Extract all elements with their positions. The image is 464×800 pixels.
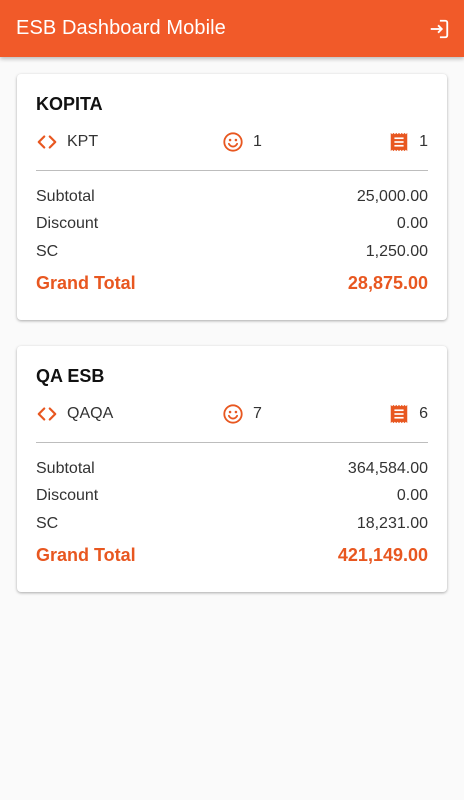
grand-total-row: Grand Total 421,149.00: [36, 542, 428, 568]
smiley-icon: [222, 131, 244, 153]
sc-value: 1,250.00: [365, 243, 428, 260]
discount-value: 0.00: [396, 215, 428, 232]
branch-name: KOPITA: [36, 94, 103, 114]
subtotal-label: Subtotal: [36, 460, 95, 477]
sc-label: SC: [36, 243, 59, 260]
guest-count-text: 7: [253, 405, 262, 422]
discount-row: Discount 0.00: [36, 213, 428, 235]
discount-row: Discount 0.00: [36, 485, 428, 507]
bill-count-text: 1: [419, 133, 428, 150]
subtotal-row: Subtotal 25,000.00: [36, 186, 428, 208]
sc-label: SC: [36, 515, 59, 532]
grand-total-row: Grand Total 28,875.00: [36, 270, 428, 296]
divider: [36, 442, 428, 443]
sc-value: 18,231.00: [356, 515, 428, 532]
discount-label: Discount: [36, 487, 99, 504]
branch-meta: KPT 1 1: [36, 130, 428, 154]
subtotal-label: Subtotal: [36, 188, 95, 205]
grand-total-label: Grand Total: [36, 272, 136, 293]
sc-row: SC 18,231.00: [36, 513, 428, 535]
code-icon: [36, 131, 58, 153]
branch-meta: QAQA 7 6: [36, 402, 428, 426]
sc-row: SC 1,250.00: [36, 241, 428, 263]
subtotal-value: 364,584.00: [347, 460, 428, 477]
smiley-icon: [222, 403, 244, 425]
guest-count: 1: [222, 130, 262, 154]
subtotal-value: 25,000.00: [356, 188, 428, 205]
logout-button[interactable]: [426, 16, 452, 42]
guest-count: 7: [222, 402, 262, 426]
grand-total-value: 421,149.00: [337, 544, 428, 565]
receipt-icon: [388, 403, 410, 425]
discount-label: Discount: [36, 215, 99, 232]
grand-total-label: Grand Total: [36, 544, 136, 565]
app-bar: ESB Dashboard Mobile: [0, 0, 464, 57]
bill-count: 6: [388, 402, 428, 426]
branch-code: QAQA: [36, 402, 113, 426]
app-title: ESB Dashboard Mobile: [16, 17, 226, 39]
bill-count: 1: [388, 130, 428, 154]
branch-code-text: KPT: [67, 133, 99, 150]
subtotal-row: Subtotal 364,584.00: [36, 458, 428, 480]
branch-card[interactable]: KOPITA KPT 1 1 Subtotal 25,000.00 Discou…: [17, 74, 447, 320]
grand-total-value: 28,875.00: [347, 272, 428, 293]
branch-code-text: QAQA: [67, 405, 114, 422]
code-icon: [36, 403, 58, 425]
receipt-icon: [388, 131, 410, 153]
guest-count-text: 1: [253, 133, 262, 150]
branch-name: QA ESB: [36, 366, 105, 386]
logout-icon: [430, 19, 449, 39]
discount-value: 0.00: [396, 487, 428, 504]
divider: [36, 170, 428, 171]
bill-count-text: 6: [419, 405, 428, 422]
branch-code: KPT: [36, 130, 98, 154]
branch-card[interactable]: QA ESB QAQA 7 6 Subtotal 364,584.00 Disc…: [17, 346, 447, 592]
